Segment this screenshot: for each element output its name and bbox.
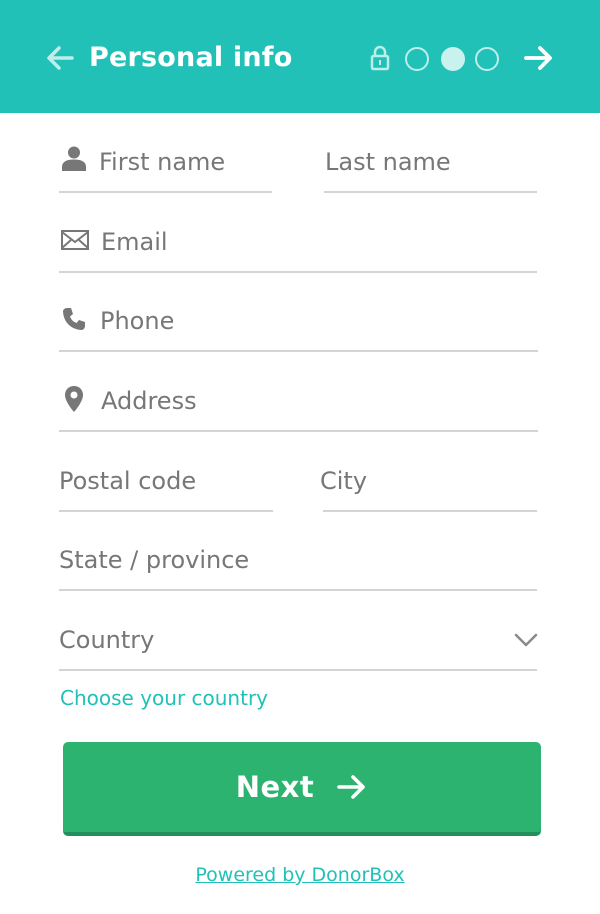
choose-country-link[interactable]: Choose your country xyxy=(60,684,268,712)
step-indicator-2 xyxy=(441,47,465,71)
step-indicator-3 xyxy=(475,47,499,71)
step-indicator-1 xyxy=(405,47,429,71)
phone-icon xyxy=(63,308,85,330)
first-name-field[interactable]: First name xyxy=(59,135,272,193)
envelope-icon xyxy=(61,230,89,250)
state-province-placeholder: State / province xyxy=(59,546,250,574)
address-field[interactable]: Address xyxy=(59,374,538,432)
page-title: Personal info xyxy=(89,42,293,73)
email-placeholder: Email xyxy=(101,228,168,256)
next-button[interactable]: Next xyxy=(63,742,541,836)
city-field[interactable]: City xyxy=(320,454,537,512)
chevron-down-icon[interactable] xyxy=(513,632,539,648)
phone-placeholder: Phone xyxy=(100,307,175,335)
next-button-label: Next xyxy=(235,770,315,804)
person-icon xyxy=(62,146,86,171)
last-name-field[interactable]: Last name xyxy=(324,135,537,193)
country-placeholder: Country xyxy=(59,626,155,654)
first-name-placeholder: First name xyxy=(99,148,226,176)
postal-code-placeholder: Postal code xyxy=(59,467,197,495)
postal-code-field[interactable]: Postal code xyxy=(59,454,273,512)
city-placeholder: City xyxy=(320,467,368,495)
address-placeholder: Address xyxy=(101,387,197,415)
email-field[interactable]: Email xyxy=(59,215,537,273)
arrow-right-icon[interactable] xyxy=(522,42,556,74)
arrow-right-icon xyxy=(337,775,366,799)
header-bar: Personal info xyxy=(0,0,600,113)
arrow-left-icon[interactable] xyxy=(44,42,76,74)
country-select[interactable]: Country xyxy=(59,613,539,671)
last-name-placeholder: Last name xyxy=(325,148,451,176)
state-province-field[interactable]: State / province xyxy=(59,533,537,591)
lock-icon xyxy=(370,45,390,71)
map-pin-icon xyxy=(65,386,83,412)
phone-field[interactable]: Phone xyxy=(59,294,538,352)
powered-by-link[interactable]: Powered by DonorBox xyxy=(0,862,600,888)
